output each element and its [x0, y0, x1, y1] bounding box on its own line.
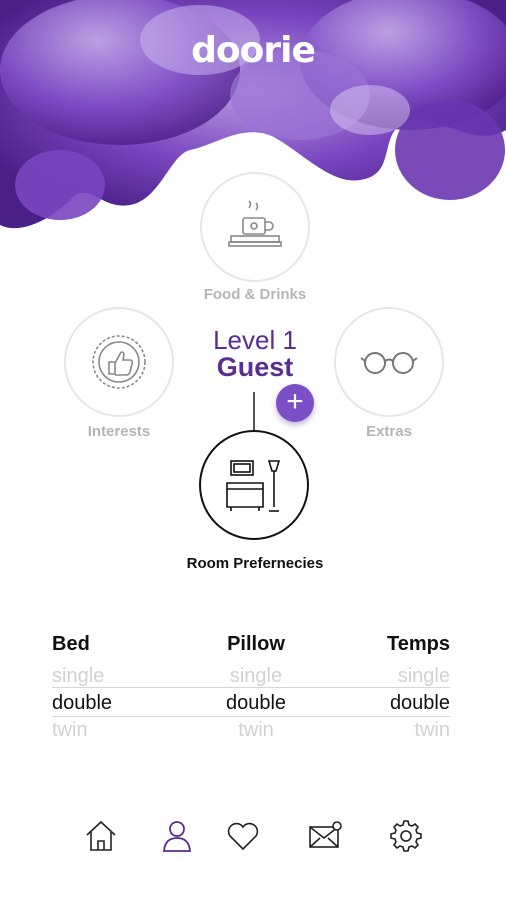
- extras-label: Extras: [366, 423, 412, 440]
- pillow-option-twin[interactable]: twin: [196, 717, 316, 744]
- temps-header: Temps: [387, 633, 450, 655]
- level-name: Guest: [216, 352, 294, 382]
- nav-profile[interactable]: [155, 818, 199, 862]
- interests-button[interactable]: [64, 307, 174, 417]
- nav-favorites[interactable]: [221, 818, 265, 862]
- extras-button[interactable]: [334, 307, 444, 417]
- nav-messages[interactable]: [303, 818, 347, 862]
- bed-header: Bed: [52, 633, 90, 655]
- app-logo: doorie: [191, 30, 316, 71]
- room-preferences-label: Room Prefernecies: [186, 555, 324, 572]
- bed-option-double[interactable]: double: [52, 690, 172, 717]
- connector-line: [253, 392, 255, 432]
- food-drinks-button[interactable]: [200, 172, 310, 282]
- home-icon: [86, 820, 116, 851]
- thumbs-up-badge-icon: [92, 335, 146, 389]
- temps-option-twin[interactable]: twin: [330, 717, 450, 744]
- room-furniture-icon: [226, 460, 281, 512]
- user-icon: [163, 821, 191, 852]
- nav-settings[interactable]: [384, 818, 428, 862]
- interests-label: Interests: [87, 423, 151, 440]
- heart-icon: [227, 822, 259, 851]
- pillow-picker[interactable]: Pillow single double twin: [196, 633, 316, 744]
- coffee-cup-icon: [228, 200, 282, 247]
- add-button[interactable]: +: [276, 384, 314, 422]
- temps-option-double[interactable]: double: [330, 690, 450, 717]
- bed-option-twin[interactable]: twin: [52, 717, 172, 744]
- mail-icon: [309, 821, 342, 848]
- pillow-option-double[interactable]: double: [196, 690, 316, 717]
- temps-option-single[interactable]: single: [330, 663, 450, 690]
- bed-picker[interactable]: Bed single double twin: [52, 633, 172, 744]
- food-drinks-label: Food & Drinks: [203, 286, 307, 303]
- glasses-icon: [360, 352, 418, 374]
- pillow-header: Pillow: [227, 633, 285, 655]
- pillow-option-single[interactable]: single: [196, 663, 316, 690]
- room-preferences-button[interactable]: [199, 430, 309, 540]
- bed-option-single[interactable]: single: [52, 663, 172, 690]
- gear-icon: [390, 820, 422, 852]
- temps-picker[interactable]: Temps single double twin: [330, 633, 450, 744]
- nav-home[interactable]: [79, 818, 123, 862]
